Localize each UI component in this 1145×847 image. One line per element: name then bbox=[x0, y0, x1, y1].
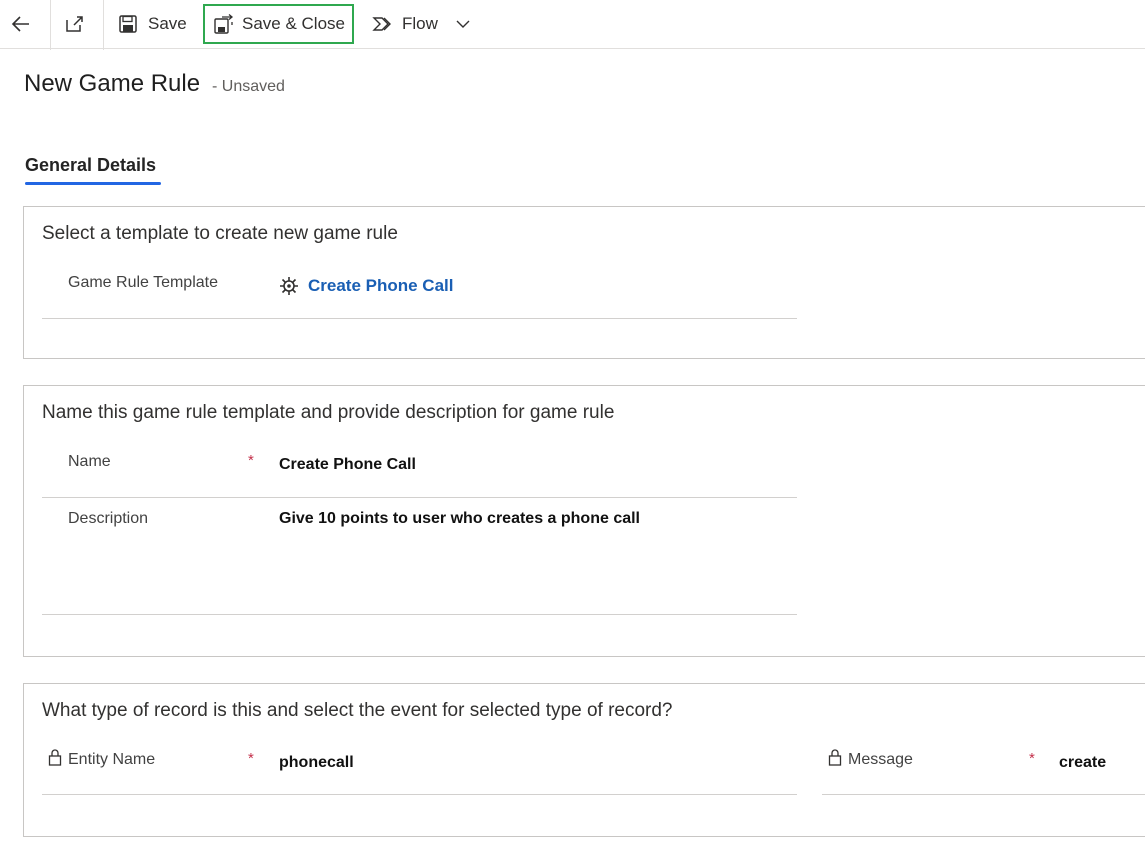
lock-icon bbox=[48, 749, 62, 766]
open-new-window-icon bbox=[66, 16, 83, 32]
lock-icon bbox=[828, 749, 842, 766]
tab-general-details[interactable]: General Details bbox=[25, 155, 156, 176]
save-and-close-label: Save & Close bbox=[242, 14, 345, 33]
required-marker: * bbox=[1029, 750, 1035, 767]
game-rule-template-icon bbox=[280, 277, 298, 295]
flow-icon bbox=[372, 17, 391, 31]
chevron-down-icon bbox=[456, 20, 470, 28]
game-rule-template-label: Game Rule Template bbox=[68, 274, 218, 291]
active-tab-indicator bbox=[25, 182, 161, 185]
description-label: Description bbox=[68, 510, 149, 527]
section-title: Name this game rule template and provide… bbox=[42, 402, 615, 423]
save-and-close-button[interactable]: Save & Close bbox=[213, 0, 345, 48]
game-rule-template-link[interactable]: Create Phone Call bbox=[308, 276, 454, 296]
required-marker: * bbox=[248, 452, 254, 469]
template-section: Select a template to create new game rul… bbox=[23, 206, 1145, 359]
name-label: Name bbox=[68, 453, 111, 470]
toolbar-separator bbox=[50, 0, 51, 50]
message-field[interactable]: create bbox=[1059, 754, 1106, 772]
flow-label: Flow bbox=[402, 14, 438, 33]
field-divider bbox=[42, 794, 797, 795]
save-and-close-icon bbox=[214, 14, 234, 34]
save-button[interactable]: Save bbox=[118, 0, 187, 48]
toolbar-separator bbox=[103, 0, 104, 50]
name-field[interactable]: Create Phone Call bbox=[279, 456, 416, 474]
save-status: - Unsaved bbox=[212, 78, 285, 95]
message-lock bbox=[828, 748, 842, 766]
description-field[interactable]: Give 10 points to user who creates a pho… bbox=[279, 510, 640, 528]
flow-button[interactable]: Flow bbox=[372, 0, 438, 48]
back-button[interactable] bbox=[10, 0, 40, 48]
back-arrow-icon bbox=[11, 16, 29, 32]
naming-section: Name this game rule template and provide… bbox=[23, 385, 1145, 657]
entity-name-label: Entity Name bbox=[68, 751, 156, 768]
field-divider bbox=[42, 497, 797, 498]
record-type-section: What type of record is this and select t… bbox=[23, 683, 1145, 837]
page-title: New Game Rule bbox=[24, 70, 201, 97]
section-title: Select a template to create new game rul… bbox=[42, 223, 398, 244]
game-rule-template-lookup[interactable]: Create Phone Call bbox=[278, 275, 454, 297]
required-marker: * bbox=[248, 750, 254, 767]
message-label: Message bbox=[848, 751, 913, 768]
open-new-window-button[interactable] bbox=[64, 0, 90, 48]
save-label: Save bbox=[148, 14, 187, 33]
save-icon bbox=[119, 15, 137, 33]
field-divider bbox=[42, 318, 797, 319]
entity-name-lock bbox=[48, 748, 62, 766]
field-divider bbox=[822, 794, 1145, 795]
section-title: What type of record is this and select t… bbox=[42, 700, 673, 721]
entity-name-field[interactable]: phonecall bbox=[279, 754, 354, 772]
command-bar: Save Save & Close Flow bbox=[0, 0, 1145, 50]
field-divider bbox=[42, 614, 797, 615]
flow-dropdown-button[interactable] bbox=[455, 0, 473, 48]
